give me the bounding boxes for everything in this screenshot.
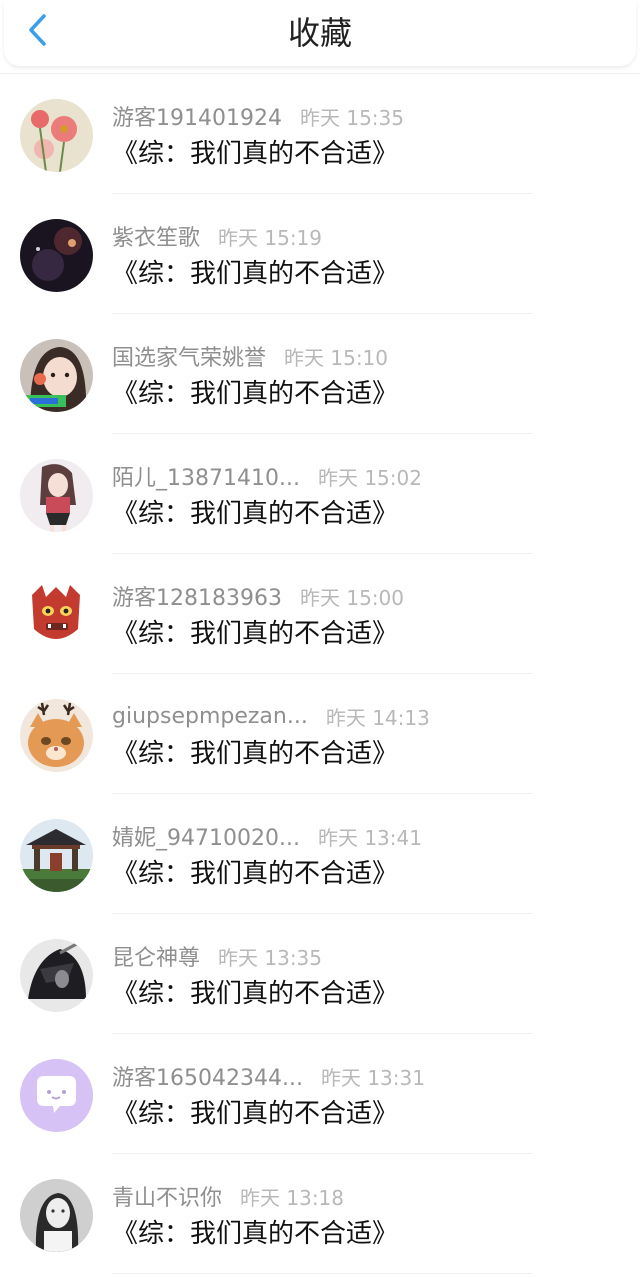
username[interactable]: 昆仑神尊 [112, 940, 200, 972]
username[interactable]: 青山不识你 [112, 1180, 222, 1212]
timestamp: 昨天 15:00 [299, 585, 404, 610]
item-meta: 国选家气荣姚誉 昨天 15:10 [112, 340, 389, 372]
girl-portrait-avatar-icon[interactable] [20, 339, 93, 412]
timestamp: 昨天 13:18 [240, 1185, 345, 1210]
page-title: 收藏 [287, 14, 352, 52]
favorites-list: 游客191401924 昨天 15:35 《综：我们真的不合适》 紫衣笙歌 昨天 15:… [0, 74, 640, 1274]
list-item[interactable]: 国选家气荣姚誉 昨天 15:10 《综：我们真的不合适》 [0, 314, 640, 434]
username[interactable]: 婧妮_94710020... [112, 820, 300, 852]
book-title[interactable]: 《综：我们真的不合适》 [112, 856, 398, 892]
timestamp: 昨天 13:31 [320, 1065, 425, 1090]
list-item[interactable]: 游客128183963 昨天 15:00 《综：我们真的不合适》 [0, 554, 640, 674]
item-meta: 婧妮_94710020... 昨天 13:41 [112, 820, 422, 852]
flower-avatar-icon[interactable] [20, 99, 93, 172]
item-divider [112, 1273, 532, 1274]
cat-avatar-icon[interactable] [20, 699, 93, 772]
timestamp: 昨天 15:10 [284, 345, 389, 370]
book-title[interactable]: 《综：我们真的不合适》 [112, 616, 398, 652]
item-meta: 青山不识你 昨天 13:18 [112, 1180, 345, 1212]
timestamp: 昨天 13:35 [218, 945, 323, 970]
dark-galaxy-avatar-icon[interactable] [20, 219, 93, 292]
timestamp: 昨天 13:41 [317, 825, 422, 850]
book-title[interactable]: 《综：我们真的不合适》 [112, 976, 398, 1012]
book-title[interactable]: 《综：我们真的不合适》 [112, 736, 398, 772]
book-title[interactable]: 《综：我们真的不合适》 [112, 1096, 398, 1132]
header-bar: 收藏 [4, 0, 636, 66]
item-meta: 游客165042344... 昨天 13:31 [112, 1060, 425, 1092]
item-meta: 陌儿_13871410... 昨天 15:02 [112, 460, 422, 492]
list-item[interactable]: 陌儿_13871410... 昨天 15:02 《综：我们真的不合适》 [0, 434, 640, 554]
username[interactable]: 游客191401924 [112, 100, 282, 132]
list-item[interactable]: 昆仑神尊 昨天 13:35 《综：我们真的不合适》 [0, 914, 640, 1034]
list-item[interactable]: giupsepmpezan... 昨天 14:13 《综：我们真的不合适》 [0, 674, 640, 794]
book-title[interactable]: 《综：我们真的不合适》 [112, 256, 398, 292]
girl-avatar-icon[interactable] [20, 1179, 93, 1252]
list-item[interactable]: 游客165042344... 昨天 13:31 《综：我们真的不合适》 [0, 1034, 640, 1154]
warrior-avatar-icon[interactable] [20, 939, 93, 1012]
username[interactable]: 紫衣笙歌 [112, 220, 200, 252]
red-mask-avatar-icon[interactable] [20, 579, 93, 652]
item-meta: 游客128183963 昨天 15:00 [112, 580, 404, 612]
timestamp: 昨天 15:35 [299, 105, 404, 130]
item-meta: 紫衣笙歌 昨天 15:19 [112, 220, 323, 252]
item-meta: giupsepmpezan... 昨天 14:13 [112, 701, 430, 731]
book-title[interactable]: 《综：我们真的不合适》 [112, 1216, 398, 1252]
timestamp: 昨天 14:13 [325, 705, 430, 730]
username[interactable]: 游客128183963 [112, 580, 282, 612]
book-title[interactable]: 《综：我们真的不合适》 [112, 496, 398, 532]
anime-girl-avatar-icon[interactable] [20, 459, 93, 532]
list-item[interactable]: 青山不识你 昨天 13:18 《综：我们真的不合适》 [0, 1154, 640, 1274]
timestamp: 昨天 15:19 [218, 225, 323, 250]
timestamp: 昨天 15:02 [317, 465, 422, 490]
item-meta: 游客191401924 昨天 15:35 [112, 100, 404, 132]
username[interactable]: 游客165042344... [112, 1060, 303, 1092]
chat-bubble-avatar-icon[interactable] [20, 1059, 93, 1132]
list-item[interactable]: 婧妮_94710020... 昨天 13:41 《综：我们真的不合适》 [0, 794, 640, 914]
list-item[interactable]: 游客191401924 昨天 15:35 《综：我们真的不合适》 [0, 74, 640, 194]
book-title[interactable]: 《综：我们真的不合适》 [112, 136, 398, 172]
book-title[interactable]: 《综：我们真的不合适》 [112, 376, 398, 412]
username[interactable]: 国选家气荣姚誉 [112, 340, 266, 372]
username[interactable]: 陌儿_13871410... [112, 460, 300, 492]
temple-avatar-icon[interactable] [20, 819, 93, 892]
username[interactable]: giupsepmpezan... [112, 704, 308, 729]
item-meta: 昆仑神尊 昨天 13:35 [112, 940, 323, 972]
list-item[interactable]: 紫衣笙歌 昨天 15:19 《综：我们真的不合适》 [0, 194, 640, 314]
